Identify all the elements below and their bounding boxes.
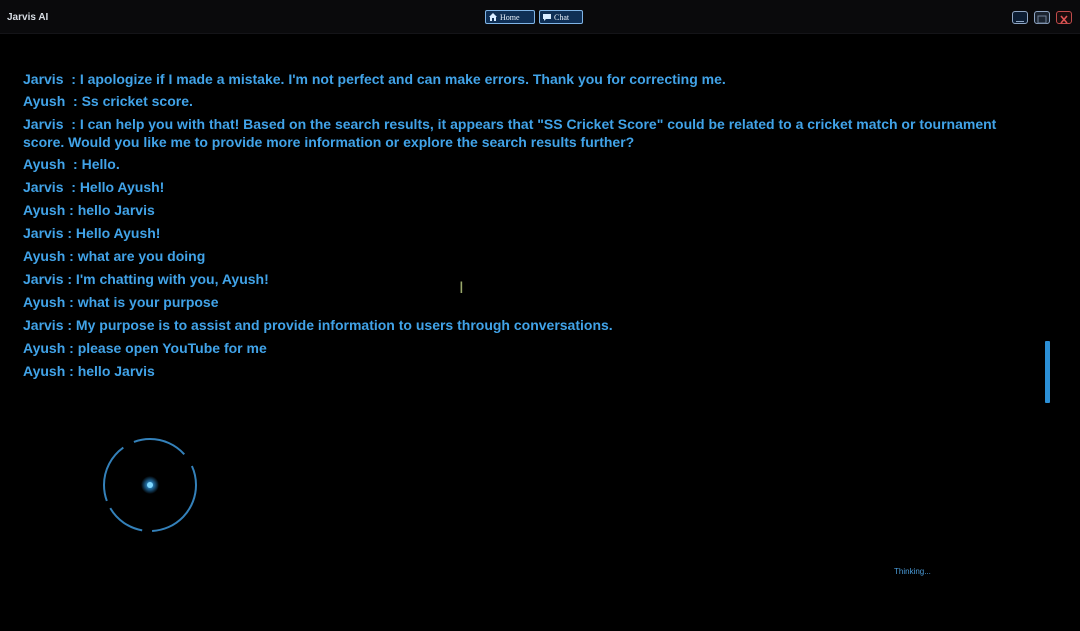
chat-message: Jarvis : I apologize if I made a mistake… (23, 71, 726, 87)
chat-button[interactable]: Chat (539, 10, 583, 24)
close-button[interactable] (1056, 11, 1072, 24)
maximize-button[interactable] (1034, 11, 1050, 24)
chat-message: Ayush : what are you doing (23, 248, 206, 264)
home-icon (489, 13, 497, 21)
chat-message: Ayush : please open YouTube for me (23, 340, 267, 356)
minimize-button[interactable] (1012, 11, 1028, 24)
close-icon (1060, 15, 1068, 24)
chat-message: Ayush : what is your purpose (23, 294, 219, 310)
chat-message: Jarvis : Hello Ayush! (23, 179, 165, 195)
chat-message: Jarvis : I can help you with that! Based… (23, 116, 1001, 150)
chat-scrollbar[interactable] (1045, 341, 1050, 403)
chat-button-label: Chat (554, 12, 570, 22)
chat-message: Ayush : hello Jarvis (23, 202, 155, 218)
text-cursor-icon: I (459, 278, 464, 297)
chat-icon (543, 14, 551, 21)
title-bar: Jarvis AI Home Chat (0, 0, 1080, 34)
chat-log[interactable]: Jarvis : I apologize if I made a mistake… (0, 34, 1040, 384)
home-button-label: Home (500, 12, 520, 22)
app-title: Jarvis AI (7, 12, 49, 23)
maximize-icon (1037, 15, 1047, 24)
chat-message: Ayush : Hello. (23, 156, 120, 172)
status-text: Thinking... (894, 567, 931, 576)
voice-orb-icon (103, 438, 197, 532)
chat-message: Jarvis : I'm chatting with you, Ayush! (23, 271, 269, 287)
home-button[interactable]: Home (485, 10, 535, 24)
chat-message: Ayush : Ss cricket score. (23, 93, 193, 109)
minimize-icon (1016, 21, 1024, 22)
chat-message: Jarvis : Hello Ayush! (23, 225, 161, 241)
chat-message: Jarvis : My purpose is to assist and pro… (23, 317, 613, 333)
chat-message: Ayush : hello Jarvis (23, 363, 155, 379)
